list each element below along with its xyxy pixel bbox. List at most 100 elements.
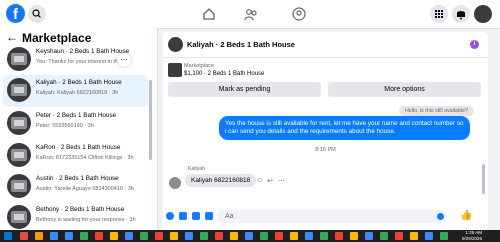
marketplace-sidebar: ← Marketplace Keyshaun · 2 Beds 1 Bath H… [0,28,158,230]
conversation-name: Bethony · 2 Beds 1 Bath House [36,206,125,213]
listing-label: Marketplace [184,63,214,69]
listing-price[interactable]: $1,100 · 2 Beds 1 Bath House [184,71,264,77]
home-icon[interactable] [201,6,217,22]
plus-icon[interactable] [166,212,174,220]
listing-avatar [7,174,31,198]
more-options-button[interactable]: More options [328,82,481,97]
conversation-item[interactable]: Peter · 2 Beds 1 Bath House Peter: 55935… [3,108,148,140]
chrome-icon[interactable] [410,232,418,240]
more-icon[interactable]: ⋯ [278,177,285,185]
facebook-logo[interactable]: f [6,4,25,23]
chrome-icon[interactable] [110,232,118,240]
chrome-icon[interactable] [365,232,373,240]
chat-panel: Kaliyah · 2 Beds 1 Bath House i Marketpl… [163,32,488,230]
back-arrow-icon[interactable]: ← [6,30,18,44]
conversation-name: Austin · 2 Beds 1 Bath House [36,175,119,182]
auto-message-bubble: Hello, is this still available? [398,106,474,116]
chrome-icon[interactable] [185,232,193,240]
listing-avatar [7,78,31,102]
chrome-icon[interactable] [425,232,433,240]
chrome-icon[interactable] [380,232,388,240]
system-clock[interactable]: 1:25 AM 9/29/2025 [462,230,482,242]
sender-name: Kaliyah [188,166,206,172]
react-icon[interactable]: ☺ [256,177,263,184]
chat-header: Kaliyah · 2 Beds 1 Bath House i [163,32,488,58]
chrome-icon[interactable] [50,232,58,240]
clock-date: 9/29/2025 [461,236,482,241]
grid-menu-icon [435,10,443,18]
chat-avatar [168,37,183,52]
conversation-preview: Peter: 5593560190 · 3h [36,123,94,129]
emoji-icon[interactable] [437,213,444,220]
chrome-icon[interactable] [170,232,178,240]
conversation-preview: Kaliyah: Kaliyah 6822160818 · 3h [36,90,119,96]
image-icon[interactable] [179,212,187,220]
chrome-icon[interactable] [125,232,133,240]
chrome-icon[interactable] [80,232,88,240]
menu-button[interactable] [430,5,448,23]
chrome-icon[interactable] [275,232,283,240]
chrome-icon[interactable] [290,232,298,240]
conversation-name: KaRon · 2 Beds 1 Bath House [36,144,121,151]
chrome-icon[interactable] [215,232,223,240]
conversation-item[interactable]: Bethony · 2 Beds 1 Bath House Bethony is… [3,202,148,230]
conversation-item[interactable]: Kaliyah · 2 Beds 1 Bath House Kaliyah: K… [3,75,148,107]
search-icon [32,9,41,18]
incoming-message-bubble: Kaliyah 6822160818 [185,174,257,187]
sender-avatar [169,177,181,189]
chrome-icon[interactable] [395,232,403,240]
reply-icon[interactable]: ↩ [267,177,273,185]
chrome-icon[interactable] [230,232,238,240]
chrome-icon[interactable] [350,232,358,240]
friends-icon[interactable] [243,6,259,22]
sticker-icon[interactable] [192,212,200,220]
top-nav-bar: f [0,0,500,29]
conversation-preview: KaRon: 8172335154 Clifton Killings · 3h [36,155,134,161]
listing-avatar [7,143,31,167]
chrome-icon[interactable] [320,232,328,240]
message-input[interactable]: Aa [217,210,447,223]
conversation-name: Peter · 2 Beds 1 Bath House [36,112,117,119]
notifications-button[interactable] [452,5,470,23]
chat-title[interactable]: Kaliyah · 2 Beds 1 Bath House [187,40,295,49]
chrome-icon[interactable] [95,232,103,240]
chrome-icon[interactable] [335,232,343,240]
sidebar-scrollbar[interactable] [149,80,152,160]
conversation-name: Keyshaun · 2 Beds 1 Bath House [36,48,130,55]
conversation-name: Kaliyah · 2 Beds 1 Bath House [36,79,122,86]
gif-icon[interactable] [205,212,213,220]
search-button[interactable] [28,5,46,23]
more-options-icon[interactable]: … [117,53,131,67]
chrome-icon[interactable] [260,232,268,240]
app-icon[interactable] [35,232,43,240]
message-composer: Aa 👍 [163,204,488,230]
info-icon[interactable]: i [470,40,479,49]
chrome-icon[interactable] [440,232,448,240]
app-icon[interactable] [20,232,28,240]
outgoing-message-bubble: Yes the house is still available for ren… [219,116,470,140]
chrome-icon[interactable] [200,232,208,240]
listing-avatar [7,111,31,135]
bell-icon [457,11,465,20]
conversation-item[interactable]: Austin · 2 Beds 1 Bath House Austin: Yar… [3,171,148,203]
listing-avatar [7,47,31,71]
chrome-icon[interactable] [305,232,313,240]
windows-taskbar: 1:25 AM 9/29/2025 [0,230,500,242]
conversation-item[interactable]: KaRon · 2 Beds 1 Bath House KaRon: 81723… [3,140,148,172]
chrome-icon[interactable] [155,232,163,240]
mark-as-pending-button[interactable]: Mark as pending [168,82,321,97]
chrome-icon[interactable] [65,232,73,240]
conversation-preview: You: Thanks for your interest in th... [36,59,123,65]
profile-avatar[interactable] [474,5,492,23]
like-icon[interactable]: 👍 [460,210,472,221]
chrome-icon[interactable] [245,232,253,240]
message-timestamp: 8:15 PM [315,147,336,153]
chat-scrollbar[interactable] [482,164,485,194]
listing-thumbnail[interactable] [168,63,182,77]
start-icon[interactable] [4,232,12,240]
sidebar-title: Marketplace [22,31,92,45]
chrome-icon[interactable] [140,232,148,240]
conversation-preview: Bethony is waiting for your response · 3… [36,217,136,223]
groups-icon[interactable] [291,6,307,22]
conversation-preview: Austin: Yarelie Aguayo 6824300410 · 3h [36,186,134,192]
